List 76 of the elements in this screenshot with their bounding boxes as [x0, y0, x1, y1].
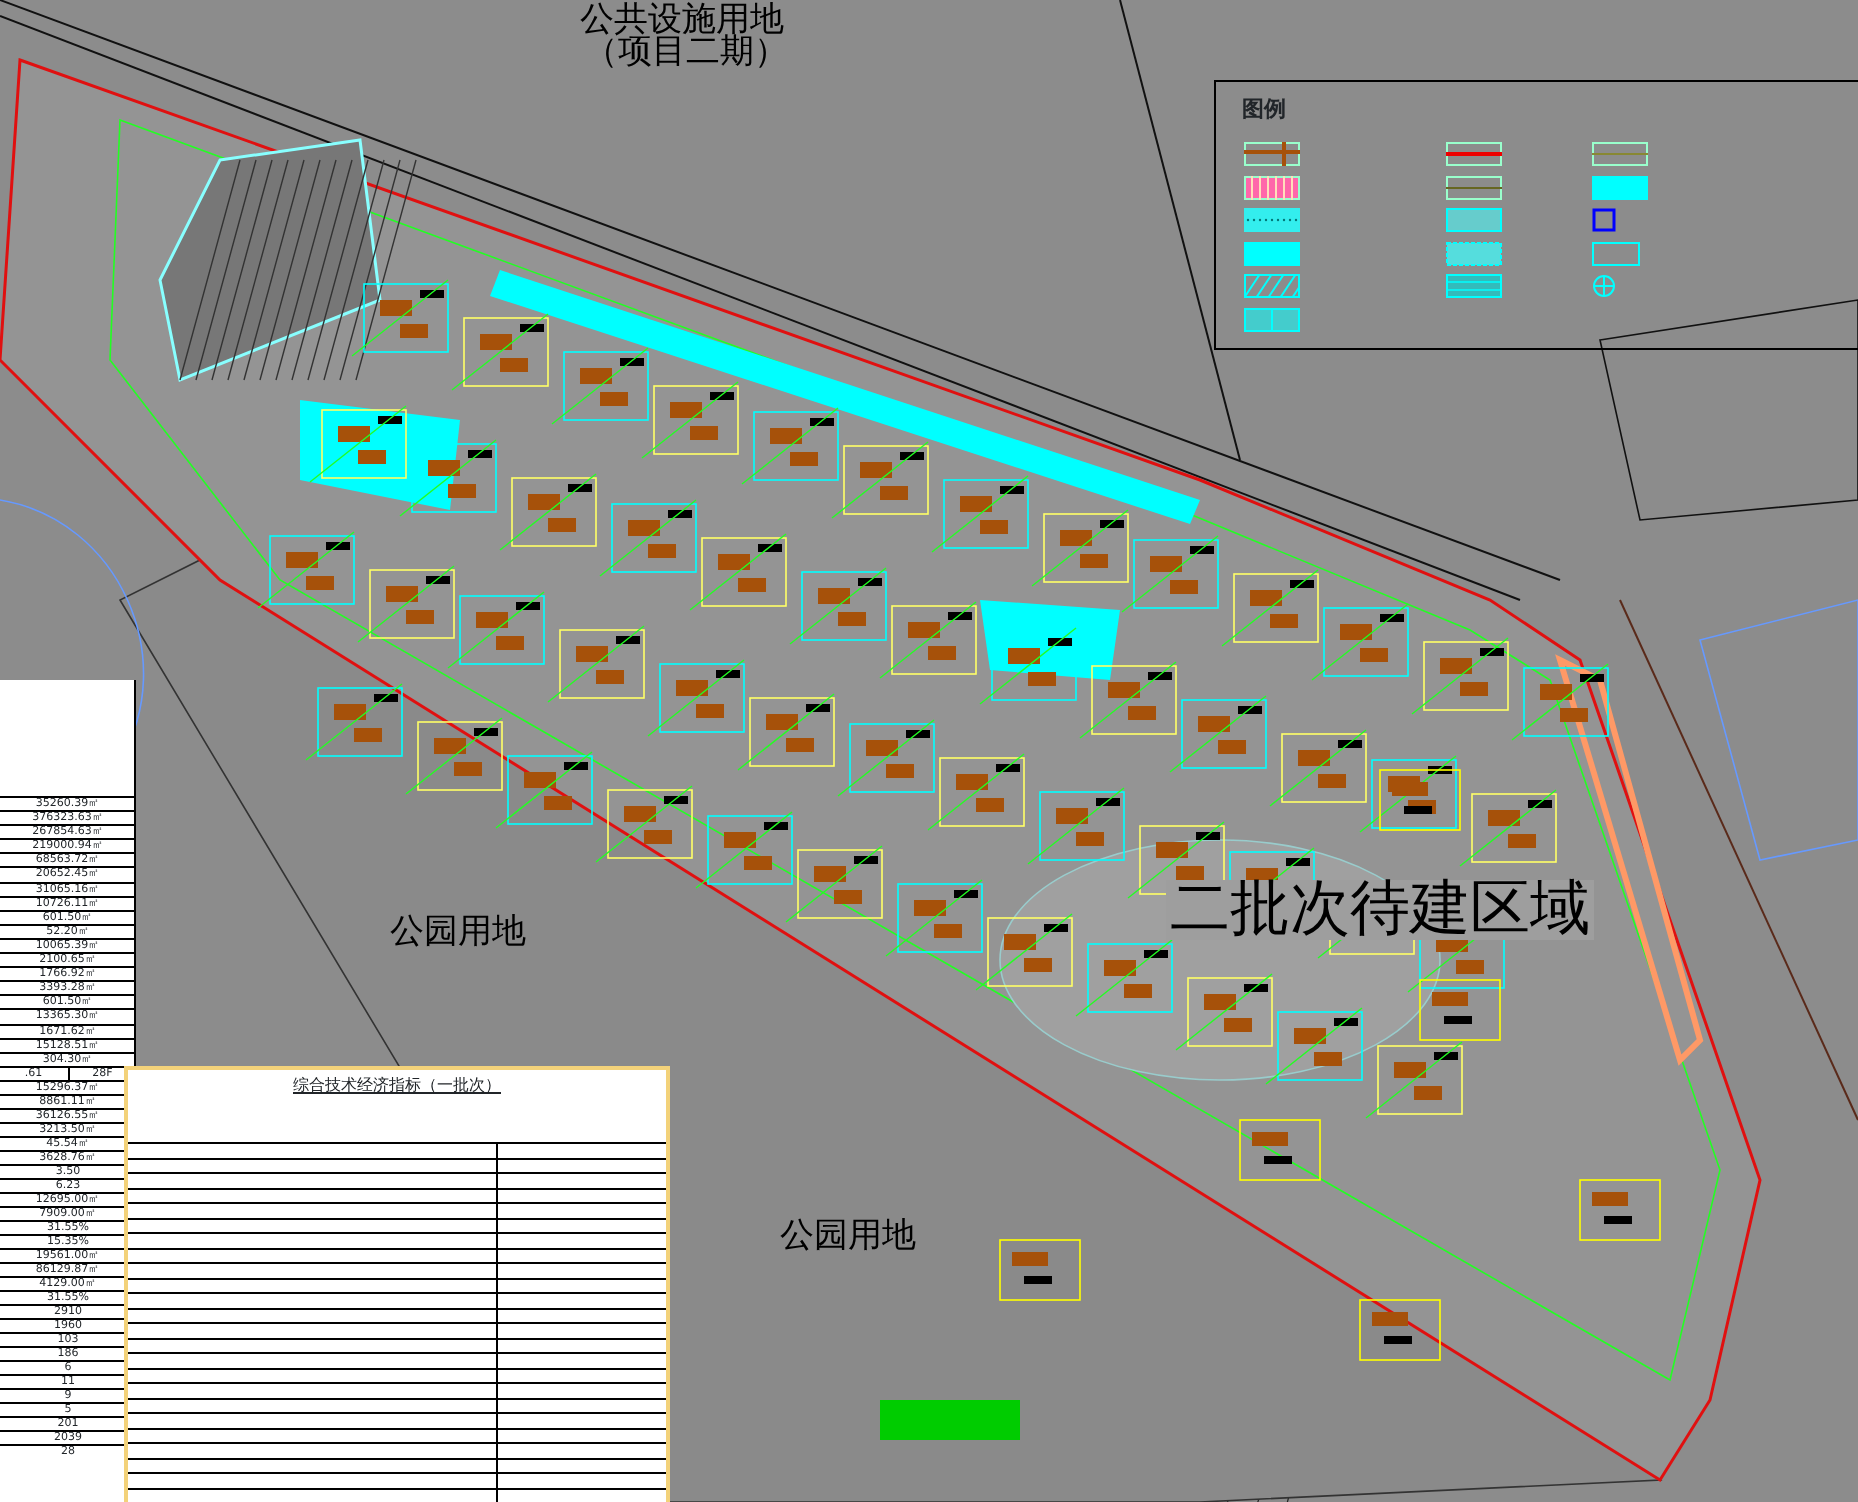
- building-block: [999, 1239, 1081, 1301]
- building-block: [927, 753, 1025, 831]
- building-block: [595, 785, 693, 863]
- dotted-fill-swatch: [1446, 208, 1502, 232]
- line-swatch: [1446, 175, 1502, 199]
- speckle-swatch: [1446, 241, 1502, 265]
- water-feature: [980, 600, 1120, 680]
- land-use-label: 公园用地: [780, 1220, 916, 1254]
- building-block: [979, 627, 1077, 705]
- building-block: [1079, 661, 1177, 739]
- line-swatch: [1592, 142, 1648, 166]
- land-use-label: 公园用地: [390, 916, 526, 950]
- building-block: [1419, 979, 1501, 1041]
- building-block: [885, 879, 983, 957]
- building-block: [451, 313, 549, 391]
- building-block: [975, 913, 1073, 991]
- building-block: [1265, 1007, 1363, 1085]
- lawn-area: [880, 1400, 1020, 1440]
- building-block: [837, 719, 935, 797]
- building-block: [495, 751, 593, 829]
- square-symbol-icon: [1592, 208, 1616, 232]
- building-block: [1221, 569, 1319, 647]
- land-use-label: （项目二期）: [584, 36, 788, 70]
- building-block: [1075, 939, 1173, 1017]
- building-block: [689, 533, 787, 611]
- building-block: [599, 499, 697, 577]
- building-block: [741, 407, 839, 485]
- hatch-swatch: [1244, 274, 1300, 298]
- building-block: [405, 717, 503, 795]
- building-block: [931, 475, 1029, 553]
- building-block: [305, 683, 403, 761]
- building-block: [499, 473, 597, 551]
- building-block: [1239, 1119, 1321, 1181]
- building-block: [357, 565, 455, 643]
- building-block: [831, 441, 929, 519]
- building-block: [1365, 1041, 1463, 1119]
- fill-swatch: [1592, 175, 1648, 199]
- building-block: [1169, 695, 1267, 773]
- building-block: [309, 405, 407, 483]
- building-block: [1511, 663, 1609, 741]
- table-title: 综合技术经济指标（一批次）: [291, 1074, 503, 1098]
- building-block: [647, 659, 745, 737]
- building-block: [1411, 637, 1509, 715]
- building-block: [399, 439, 497, 517]
- zone-label: 二批次待建区域: [1166, 880, 1594, 940]
- outline-swatch: [1592, 241, 1640, 265]
- building-block: [1175, 973, 1273, 1051]
- building-block: [789, 567, 887, 645]
- dotted-fill-swatch: [1244, 208, 1300, 232]
- crosshair-icon: [1592, 274, 1616, 298]
- building-block: [1311, 603, 1409, 681]
- fill-swatch: [1244, 241, 1300, 265]
- building-block: [1031, 509, 1129, 587]
- building-block: [695, 811, 793, 889]
- building-block: [1579, 1179, 1661, 1241]
- road-swatch: [1244, 142, 1300, 166]
- building-block: [447, 591, 545, 669]
- legend-title: 图例: [1242, 94, 1286, 126]
- building-block: [737, 693, 835, 771]
- tile-swatch: [1244, 307, 1300, 331]
- building-block: [257, 531, 355, 609]
- building-block: [879, 601, 977, 679]
- building-block: [641, 381, 739, 459]
- building-block: [1459, 789, 1557, 867]
- building-block: [1027, 787, 1125, 865]
- building-block: [351, 279, 449, 357]
- line-swatch: [1446, 142, 1502, 166]
- building-block: [1379, 769, 1461, 831]
- building-block: [1269, 729, 1367, 807]
- grid-swatch: [1244, 175, 1300, 199]
- building-block: [551, 347, 649, 425]
- building-block: [1121, 535, 1219, 613]
- building-block: [1359, 1299, 1441, 1361]
- building-block: [547, 625, 645, 703]
- building-block: [785, 845, 883, 923]
- mesh-swatch: [1446, 274, 1502, 298]
